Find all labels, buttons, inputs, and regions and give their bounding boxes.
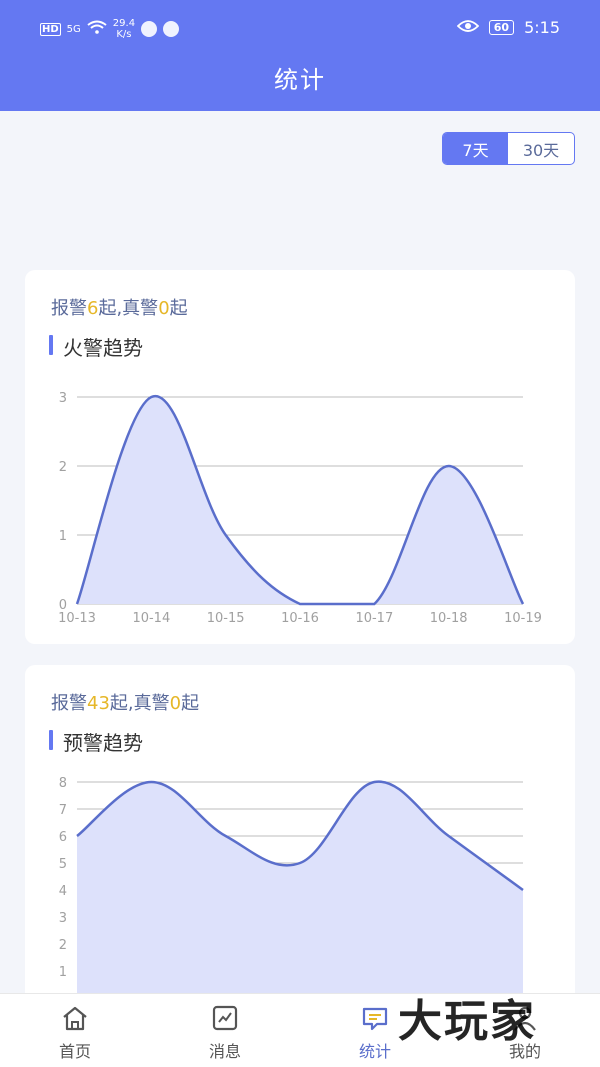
y-tick-label: 5 [59,857,67,872]
speed-value: 29.4 [112,18,136,29]
x-tick-label: 10-14 [132,611,170,626]
watermark-logo: 大玩家 [398,996,536,1047]
tab-home[interactable]: 首页 [0,994,150,1067]
series-area [77,781,523,998]
network-speed: 29.4 K/s [113,18,135,40]
eye-icon [456,18,480,37]
message-icon [212,1005,238,1031]
y-tick-label: 1 [59,529,67,544]
shield-icon [141,21,158,37]
x-tick-label: 10-16 [281,611,319,626]
speed-unit: K/s [116,29,132,40]
tab-messages[interactable]: 消息 [150,994,300,1067]
page-title: 统计 [274,66,326,94]
y-tick-label: 2 [59,938,67,953]
hd-badge: HD [40,22,61,36]
fire-trend-chart: 012310-13 10-14 10-15 10-16 10-17 10-18 10-19 [58,391,542,626]
y-tick-label: 3 [59,391,67,406]
y-tick-label: 2 [59,460,67,475]
tab-home-label: 首页 [58,1042,91,1061]
app-notification-icon [163,21,180,37]
wifi-icon [87,20,107,38]
y-tick-label: 8 [59,776,67,791]
range-30-days-button[interactable]: 30天 [508,133,574,164]
tab-messages-label: 消息 [208,1042,241,1061]
fire-alarm-card: 报警6起,真警0起 火警趋势 0 1 2 3 10-13 10-14 10-15 10-16 1… [25,270,575,644]
y-tick-label: 3 [59,911,67,926]
battery-indicator: 60 [488,20,515,35]
warning-trend-chart: 1 2 3 4 5 6 7 8 [59,776,524,999]
range-toggle: 7天 30天 [442,132,575,165]
y-tick-label: 4 [59,884,67,899]
clock: 5:15 [524,18,560,37]
y-tick-label: 6 [59,830,67,845]
y-tick-label: 1 [59,965,67,980]
home-icon [63,1006,87,1031]
app-header: HD 5G 29.4 K/s 60 5:15 统计 [0,0,600,111]
series-area [77,396,523,604]
x-tick-label: 10-19 [504,611,542,626]
x-tick-label: 10-15 [207,611,245,626]
range-7-days-button[interactable]: 7天 [443,133,508,164]
x-tick-label: 10-18 [430,611,468,626]
status-bar: HD 5G 29.4 K/s 60 5:15 [0,0,600,58]
warning-card: 报警43起,真警0起 预警趋势 12345678 [25,665,575,1025]
x-tick-label: 10-17 [355,611,393,626]
y-tick-label: 7 [59,803,67,818]
signal-icon: 5G [66,23,81,35]
x-tick-label: 10-13 [58,611,96,626]
stats-icon [362,1007,388,1031]
